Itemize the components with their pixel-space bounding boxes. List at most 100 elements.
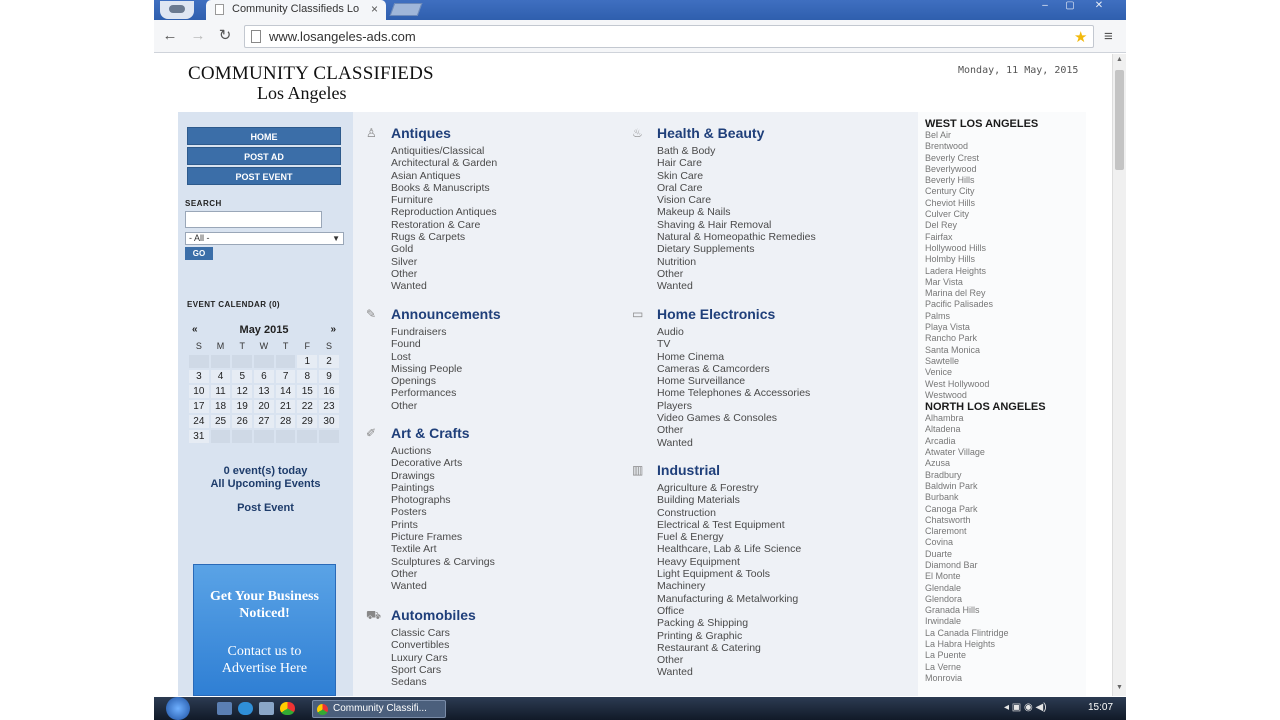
subcategory-link[interactable]: Home Telephones & Accessories — [657, 387, 892, 399]
calendar-day[interactable]: 4 — [210, 370, 231, 383]
area-heading[interactable]: NORTH LOS ANGELES — [925, 401, 1086, 413]
minimize-icon[interactable]: – — [1034, 0, 1056, 14]
new-tab-button[interactable] — [389, 3, 423, 16]
subcategory-link[interactable]: Sport Cars — [391, 664, 626, 676]
subcategory-link[interactable]: Oral Care — [657, 182, 892, 194]
subcategory-link[interactable]: Sculptures & Carvings — [391, 556, 626, 568]
area-link[interactable]: Glendale — [925, 583, 1086, 594]
category-title[interactable]: Art & Crafts — [391, 425, 470, 441]
subcategory-link[interactable]: Drawings — [391, 470, 626, 482]
subcategory-link[interactable]: Books & Manuscripts — [391, 182, 626, 194]
go-button[interactable]: GO — [185, 247, 213, 260]
area-link[interactable]: Marina del Rey — [925, 288, 1086, 299]
maximize-icon[interactable]: ▢ — [1059, 0, 1081, 14]
subcategory-link[interactable]: Machinery — [657, 580, 892, 592]
calendar-day[interactable]: 29 — [297, 415, 318, 428]
area-link[interactable]: Fairfax — [925, 232, 1086, 243]
post-event-link[interactable]: Post Event — [178, 502, 353, 514]
subcategory-link[interactable]: Textile Art — [391, 543, 626, 555]
subcategory-link[interactable]: Picture Frames — [391, 531, 626, 543]
subcategory-link[interactable]: Hair Care — [657, 157, 892, 169]
menu-icon[interactable]: ≡ — [1104, 28, 1113, 45]
area-link[interactable]: Ladera Heights — [925, 266, 1086, 277]
area-link[interactable]: Holmby Hills — [925, 254, 1086, 265]
area-link[interactable]: Glendora — [925, 594, 1086, 605]
subcategory-link[interactable]: Packing & Shipping — [657, 617, 892, 629]
area-link[interactable]: Century City — [925, 186, 1086, 197]
subcategory-link[interactable]: Electrical & Test Equipment — [657, 519, 892, 531]
area-link[interactable]: Santa Monica — [925, 345, 1086, 356]
calendar-day[interactable]: 27 — [254, 415, 274, 428]
subcategory-link[interactable]: Antiquities/Classical — [391, 145, 626, 157]
calendar-day[interactable]: 24 — [189, 415, 209, 428]
subcategory-link[interactable]: Heavy Equipment — [657, 556, 892, 568]
events-today-link[interactable]: 0 event(s) today — [178, 465, 353, 477]
taskbar-window-button[interactable]: Community Classifi... — [312, 700, 446, 718]
area-link[interactable]: Culver City — [925, 209, 1086, 220]
subcategory-link[interactable]: Printing & Graphic — [657, 630, 892, 642]
subcategory-link[interactable]: Construction — [657, 507, 892, 519]
subcategory-link[interactable]: Furniture — [391, 194, 626, 206]
ie-icon[interactable] — [238, 702, 253, 715]
clock[interactable]: 15:07 — [1088, 702, 1113, 713]
subcategory-link[interactable]: Silver — [391, 256, 626, 268]
scroll-down-icon[interactable]: ▼ — [1116, 684, 1123, 691]
area-link[interactable]: Arcadia — [925, 436, 1086, 447]
area-link[interactable]: Duarte — [925, 549, 1086, 560]
area-link[interactable]: Cheviot Hills — [925, 198, 1086, 209]
area-link[interactable]: Monrovia — [925, 673, 1086, 684]
area-link[interactable]: Baldwin Park — [925, 481, 1086, 492]
post-event-button[interactable]: POST EVENT — [187, 167, 341, 185]
calendar-day[interactable]: 7 — [275, 370, 296, 383]
subcategory-link[interactable]: TV — [657, 338, 892, 350]
calendar-day[interactable]: 28 — [275, 415, 296, 428]
subcategory-link[interactable]: Restaurant & Catering — [657, 642, 892, 654]
subcategory-link[interactable]: Decorative Arts — [391, 457, 626, 469]
advertise-banner[interactable]: Get Your Business Noticed! Contact us to… — [193, 564, 336, 696]
subcategory-link[interactable]: Rugs & Carpets — [391, 231, 626, 243]
calendar-day[interactable]: 5 — [232, 370, 253, 383]
subcategory-link[interactable]: Performances — [391, 387, 626, 399]
area-link[interactable]: Granada Hills — [925, 605, 1086, 616]
area-link[interactable]: Playa Vista — [925, 322, 1086, 333]
subcategory-link[interactable]: Gold — [391, 243, 626, 255]
back-icon[interactable]: ← — [160, 26, 180, 46]
category-select[interactable]: - All - ▼ — [185, 232, 344, 245]
area-link[interactable]: La Verne — [925, 662, 1086, 673]
subcategory-link[interactable]: Posters — [391, 506, 626, 518]
area-link[interactable]: Covina — [925, 537, 1086, 548]
subcategory-link[interactable]: Healthcare, Lab & Life Science — [657, 543, 892, 555]
upcoming-events-link[interactable]: All Upcoming Events — [178, 478, 353, 490]
subcategory-link[interactable]: Makeup & Nails — [657, 206, 892, 218]
calendar-day[interactable]: 20 — [254, 400, 274, 413]
subcategory-link[interactable]: Auctions — [391, 445, 626, 457]
calendar-day[interactable]: 26 — [232, 415, 253, 428]
calendar-day[interactable]: 23 — [319, 400, 339, 413]
area-link[interactable]: Alhambra — [925, 413, 1086, 424]
area-link[interactable]: Mar Vista — [925, 277, 1086, 288]
home-button[interactable]: HOME — [187, 127, 341, 145]
subcategory-link[interactable]: Convertibles — [391, 639, 626, 651]
subcategory-link[interactable]: Shaving & Hair Removal — [657, 219, 892, 231]
subcategory-link[interactable]: Dietary Supplements — [657, 243, 892, 255]
start-button[interactable] — [166, 697, 190, 720]
subcategory-link[interactable]: Architectural & Garden — [391, 157, 626, 169]
subcategory-link[interactable]: Players — [657, 400, 892, 412]
search-input[interactable] — [185, 211, 322, 228]
area-link[interactable]: Palms — [925, 311, 1086, 322]
area-link[interactable]: Brentwood — [925, 141, 1086, 152]
area-link[interactable]: La Puente — [925, 650, 1086, 661]
subcategory-link[interactable]: Audio — [657, 326, 892, 338]
calendar-day[interactable]: 12 — [232, 385, 253, 398]
subcategory-link[interactable]: Other — [391, 400, 626, 412]
subcategory-link[interactable]: Building Materials — [657, 494, 892, 506]
subcategory-link[interactable]: Wanted — [657, 280, 892, 292]
calendar-day[interactable]: 21 — [275, 400, 296, 413]
post-ad-button[interactable]: POST AD — [187, 147, 341, 165]
subcategory-link[interactable]: Found — [391, 338, 626, 350]
subcategory-link[interactable]: Video Games & Consoles — [657, 412, 892, 424]
calendar-day[interactable]: 13 — [254, 385, 274, 398]
subcategory-link[interactable]: Other — [657, 268, 892, 280]
calendar-day[interactable]: 8 — [297, 370, 318, 383]
subcategory-link[interactable]: Skin Care — [657, 170, 892, 182]
